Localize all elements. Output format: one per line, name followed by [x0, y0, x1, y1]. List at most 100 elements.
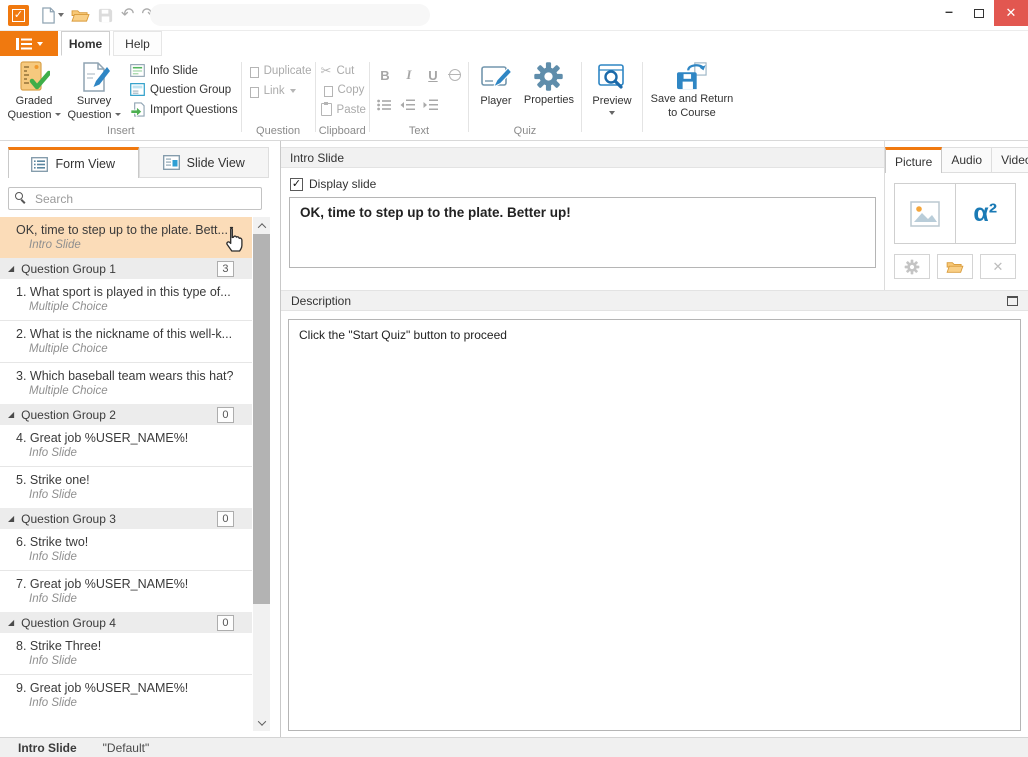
group-label-text: Text	[373, 125, 465, 140]
survey-question-button[interactable]: Survey Question	[64, 59, 124, 125]
tab-slide-view[interactable]: Slide View	[139, 147, 270, 178]
item-title: 4. Great job %USER_NAME%!	[16, 431, 248, 445]
new-document-button[interactable]	[41, 7, 64, 24]
save-button[interactable]	[97, 7, 114, 24]
tab-form-view[interactable]: Form View	[8, 147, 139, 178]
player-icon	[480, 61, 512, 93]
ribbon-separator	[241, 62, 242, 132]
info-slide-button[interactable]: Info Slide	[130, 64, 238, 77]
status-bar: Intro Slide "Default"	[0, 737, 1028, 757]
ribbon-tab-row: Home Help	[0, 30, 1028, 56]
question-item[interactable]: 3. Which baseball team wears this hat? Mu…	[0, 362, 252, 404]
tab-audio[interactable]: Audio	[942, 147, 992, 173]
ribbon: Graded Question Survey Question	[0, 56, 1028, 141]
italic-button[interactable]: I	[401, 67, 417, 83]
collapse-triangle-icon[interactable]: ◢	[8, 619, 14, 627]
properties-button[interactable]: Properties	[520, 59, 578, 110]
open-button[interactable]	[71, 8, 90, 23]
quizmaker-window: ✓ ↶ ↷ – ✕	[0, 0, 1028, 757]
save-and-return-button[interactable]: Save and Return to Course	[646, 59, 738, 123]
question-item[interactable]: 5. Strike one!Info Slide	[0, 466, 252, 508]
question-item[interactable]: 8. Strike Three!Info Slide	[0, 633, 252, 674]
item-title: 8. Strike Three!	[16, 639, 248, 653]
player-button[interactable]: Player	[472, 59, 520, 111]
bold-button[interactable]: B	[377, 68, 393, 83]
group-count-badge: 0	[217, 407, 234, 423]
item-title: 7. Great job %USER_NAME%!	[16, 577, 248, 591]
picture-settings-button[interactable]	[894, 254, 930, 279]
link-caret-icon	[290, 89, 296, 93]
left-panel: Form View Slide View OK, time to step up…	[0, 141, 281, 737]
equation-button[interactable]: α²	[955, 184, 1016, 243]
item-type-label: Multiple Choice	[29, 301, 248, 313]
preview-icon	[596, 61, 628, 93]
description-text-input[interactable]: Click the "Start Quiz" button to proceed	[288, 319, 1021, 731]
paste-button[interactable]: Paste	[321, 103, 366, 116]
cut-button[interactable]: ✂ Cut	[321, 64, 366, 77]
search-input[interactable]	[8, 187, 262, 210]
minimize-icon: –	[945, 4, 953, 18]
question-item[interactable]: 1. What sport is played in this type of.…	[0, 279, 252, 320]
scroll-up-button[interactable]	[253, 217, 270, 234]
minimize-button[interactable]: –	[934, 0, 964, 26]
tab-picture[interactable]: Picture	[885, 147, 942, 173]
item-type-label: Info Slide	[29, 551, 248, 563]
main-area: Intro Slide ✓ Display slide OK, time to …	[281, 141, 1028, 737]
picture-placeholder-button[interactable]	[895, 184, 955, 243]
search-box	[8, 187, 262, 210]
ribbon-group-quiz: Player Properties	[472, 56, 578, 140]
intro-slide-text-input[interactable]: OK, time to step up to the plate. Better…	[289, 197, 876, 268]
undo-button[interactable]: ↶	[121, 7, 134, 23]
scrollbar-thumb[interactable]	[253, 234, 270, 604]
graded-question-button[interactable]: Graded Question	[4, 59, 64, 125]
maximize-button[interactable]	[964, 0, 994, 26]
question-group-header[interactable]: ◢ Question Group 2 0	[0, 404, 252, 425]
tab-home[interactable]: Home	[61, 31, 110, 56]
question-item[interactable]: 2. What is the nickname of this well-k..…	[0, 320, 252, 362]
question-group-icon	[130, 83, 145, 96]
tab-video[interactable]: Video	[992, 147, 1028, 173]
tab-help[interactable]: Help	[113, 31, 162, 56]
bullet-list-button[interactable]	[377, 99, 392, 111]
question-group-header[interactable]: ◢Question Group 13	[0, 258, 252, 279]
import-questions-button[interactable]: Import Questions	[130, 102, 238, 117]
duplicate-button[interactable]: Duplicate	[247, 64, 312, 78]
question-item[interactable]: 4. Great job %USER_NAME%!Info Slide	[0, 425, 252, 466]
link-button[interactable]: Link	[247, 84, 312, 98]
intro-slide-item[interactable]: OK, time to step up to the plate. Bett..…	[0, 217, 252, 258]
remove-picture-button[interactable]: ✕	[980, 254, 1016, 279]
ribbon-separator	[642, 62, 643, 132]
question-item[interactable]: 6. Strike two!Info Slide	[0, 529, 252, 570]
list-scrollbar[interactable]	[253, 217, 270, 731]
question-group-header[interactable]: ◢Question Group 30	[0, 508, 252, 529]
copy-button[interactable]: Copy	[321, 83, 366, 97]
question-group-button[interactable]: Question Group	[130, 83, 238, 96]
view-tabs: Form View Slide View	[0, 147, 280, 178]
underline-button[interactable]: U	[425, 68, 441, 83]
collapse-triangle-icon[interactable]: ◢	[8, 515, 14, 523]
item-type-label: Multiple Choice	[29, 343, 248, 355]
group-label-quiz: Quiz	[472, 125, 578, 140]
decrease-indent-button[interactable]	[400, 99, 415, 111]
increase-indent-button[interactable]	[423, 99, 438, 111]
group-title: Question Group 2	[21, 408, 210, 422]
info-slide-icon	[130, 64, 145, 77]
scrollbar-track[interactable]	[253, 234, 270, 714]
collapse-triangle-icon[interactable]: ◢	[8, 411, 14, 419]
question-item[interactable]: 9. Great job %USER_NAME%!Info Slide	[0, 674, 252, 716]
question-list: OK, time to step up to the plate. Bett..…	[0, 217, 252, 716]
item-title: 3. Which baseball team wears this hat?	[16, 369, 248, 383]
display-slide-checkbox[interactable]: ✓	[290, 178, 303, 191]
collapse-triangle-icon[interactable]: ◢	[8, 265, 14, 273]
hyperlink-button[interactable]	[449, 69, 461, 81]
item-type-label: Multiple Choice	[29, 385, 248, 397]
question-group-header[interactable]: ◢Question Group 40	[0, 612, 252, 633]
close-button[interactable]: ✕	[994, 0, 1028, 26]
link-icon	[250, 87, 259, 98]
scroll-down-button[interactable]	[253, 714, 270, 731]
preview-button[interactable]: Preview	[585, 59, 639, 117]
question-item[interactable]: 7. Great job %USER_NAME%!Info Slide	[0, 570, 252, 612]
app-menu-button[interactable]	[0, 31, 58, 56]
browse-picture-button[interactable]	[937, 254, 973, 279]
expand-icon[interactable]	[1007, 296, 1018, 306]
